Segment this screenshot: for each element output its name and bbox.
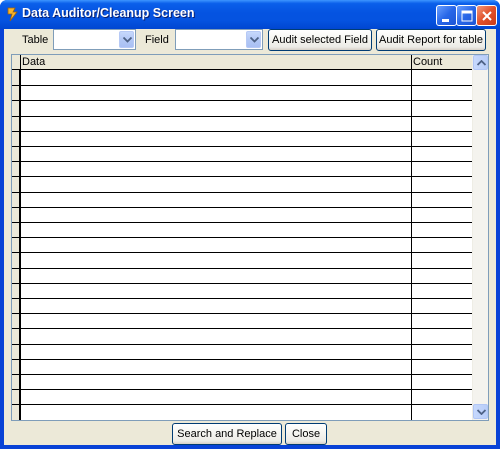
close-window-button[interactable] — [476, 5, 497, 26]
column-divider — [411, 55, 412, 420]
column-header-data[interactable]: Data — [21, 55, 411, 70]
grid-row-line — [12, 85, 474, 86]
close-icon — [482, 11, 492, 21]
client-area: Table Field Audit selected Field Audit R… — [4, 29, 496, 445]
grid-header: Data Count — [12, 55, 474, 70]
table-label: Table — [22, 34, 49, 46]
dropdown-button[interactable] — [119, 31, 134, 48]
chevron-down-icon — [123, 37, 132, 43]
scroll-up-button[interactable] — [473, 55, 488, 70]
field-select[interactable] — [175, 29, 263, 50]
grid-row-line — [12, 146, 474, 147]
grid-row-line — [12, 176, 474, 177]
column-divider — [20, 55, 21, 420]
grid-row-line — [12, 328, 474, 329]
minimize-button[interactable] — [436, 5, 457, 26]
grid-row-line — [12, 100, 474, 101]
chevron-down-icon — [477, 409, 486, 415]
scroll-down-button[interactable] — [473, 404, 488, 419]
chevron-down-icon — [250, 37, 259, 43]
search-and-replace-button[interactable]: Search and Replace — [172, 423, 282, 445]
chevron-up-icon — [477, 60, 486, 66]
title-bar[interactable]: Data Auditor/Cleanup Screen — [0, 0, 500, 29]
grid-row-line — [12, 268, 474, 269]
minimize-icon — [442, 19, 449, 22]
grid-row-line — [12, 222, 474, 223]
grid-row-line — [12, 161, 474, 162]
vertical-scrollbar[interactable] — [472, 55, 488, 420]
grid-row-line — [12, 192, 474, 193]
grid-row-line — [12, 252, 474, 253]
grid-row-line — [12, 344, 474, 345]
grid-row-line — [12, 237, 474, 238]
grid-row-line — [12, 359, 474, 360]
window-title: Data Auditor/Cleanup Screen — [22, 6, 195, 20]
grid-row-line — [12, 404, 474, 405]
grid-row-line — [12, 116, 474, 117]
grid-row-line — [12, 131, 474, 132]
grid-row-line — [12, 283, 474, 284]
close-button[interactable]: Close — [285, 423, 327, 445]
grid-row-line — [12, 420, 474, 421]
grid-row-line — [12, 313, 474, 314]
grid-row-line — [12, 207, 474, 208]
table-select[interactable] — [53, 29, 136, 50]
audit-selected-field-button[interactable]: Audit selected Field — [268, 29, 372, 51]
lightning-app-icon — [5, 6, 21, 22]
grid-row-line — [12, 298, 474, 299]
app-window: Data Auditor/Cleanup Screen Table Field … — [0, 0, 500, 449]
column-header-count[interactable]: Count — [412, 55, 474, 70]
dropdown-button[interactable] — [246, 31, 261, 48]
data-grid[interactable]: Data Count — [11, 54, 489, 421]
audit-report-button[interactable]: Audit Report for table — [376, 29, 486, 51]
field-label: Field — [145, 34, 169, 46]
maximize-icon — [461, 10, 473, 22]
grid-row-line — [12, 374, 474, 375]
maximize-button[interactable] — [456, 5, 477, 26]
grid-row-line — [12, 389, 474, 390]
